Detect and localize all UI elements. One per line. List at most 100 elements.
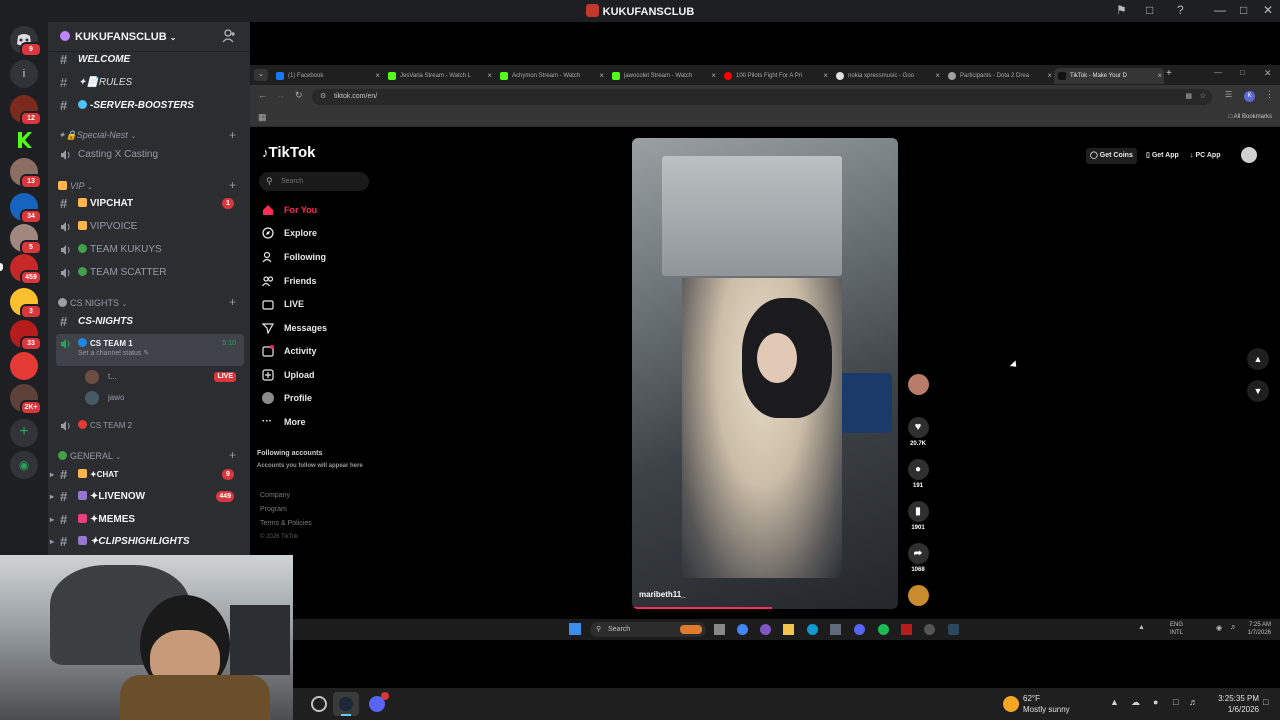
channel-rules[interactable]: # ✦📄RULES xyxy=(56,73,244,93)
close-icon[interactable]: ✕ xyxy=(1264,68,1272,79)
add-channel-icon[interactable]: + xyxy=(229,448,236,462)
browser-tab[interactable]: jawocolet Stream - Watch × xyxy=(608,68,718,84)
server-k-icon[interactable] xyxy=(10,126,38,154)
prev-video-button[interactable]: ▲ xyxy=(1247,348,1269,370)
server-icon-5[interactable]: 34 xyxy=(10,193,42,224)
server-i-icon[interactable]: i xyxy=(10,60,38,88)
server-icon-7[interactable]: 459 xyxy=(10,254,42,285)
channel-server-boosters[interactable]: # -SERVER-BOOSTERS xyxy=(56,96,244,116)
add-channel-icon[interactable]: + xyxy=(229,178,236,192)
browser-tab[interactable]: (1) Facebook × xyxy=(272,68,382,84)
file-explorer-icon[interactable] xyxy=(783,624,794,635)
inbox-icon[interactable]: □ xyxy=(1146,3,1153,17)
profile-avatar[interactable]: K xyxy=(1244,91,1255,102)
expand-arrow-icon[interactable]: ▸ xyxy=(50,532,54,552)
tab-close-icon[interactable]: × xyxy=(599,68,604,84)
maximize-icon[interactable]: □ xyxy=(1240,3,1247,17)
browser-tab[interactable]: JesVaria Stream - Watch L × xyxy=(384,68,494,84)
user-avatar[interactable] xyxy=(1241,147,1257,163)
nav-activity[interactable]: Activity xyxy=(262,342,382,360)
clock[interactable]: 3:25:35 PM 1/6/2026 xyxy=(1207,693,1259,715)
maximize-icon[interactable]: □ xyxy=(1240,68,1245,77)
tray-expand-icon[interactable]: ▲ xyxy=(1110,697,1119,707)
extensions-icon[interactable]: ☰ xyxy=(1225,90,1232,99)
channel-cs-team-2[interactable]: CS TEAM 2 xyxy=(56,416,244,436)
app-icon[interactable] xyxy=(924,624,935,635)
discord-home-icon[interactable]: 9 xyxy=(10,26,42,57)
windows-start-icon[interactable] xyxy=(569,623,581,635)
comment-button[interactable]: ● 191 xyxy=(906,459,930,489)
tab-close-icon[interactable]: × xyxy=(935,68,940,84)
reload-icon[interactable]: ↻ xyxy=(295,90,303,101)
browser-tab[interactable]: 100 Pilots Fight For A Pri × xyxy=(720,68,830,84)
footer-company-link[interactable]: Company xyxy=(260,492,290,499)
category-general[interactable]: GENERAL ⌄ xyxy=(58,449,121,463)
server-icon-4[interactable]: 13 xyxy=(10,158,42,189)
video-username[interactable]: maribeth11_ xyxy=(639,590,686,599)
discord-icon[interactable] xyxy=(854,624,865,635)
discover-icon[interactable]: ◉ xyxy=(10,451,38,479)
mic-icon[interactable]: ● xyxy=(1153,697,1158,707)
video-progress-bar[interactable] xyxy=(632,607,772,609)
stream-clock[interactable]: 7:25 AM 1/7/2026 xyxy=(1231,621,1271,637)
steam-icon[interactable] xyxy=(333,692,359,716)
new-tab-icon[interactable]: + xyxy=(1166,68,1172,79)
add-member-icon[interactable] xyxy=(222,29,236,43)
flag-icon[interactable]: ⚑ xyxy=(1116,3,1127,17)
creator-avatar[interactable] xyxy=(906,374,930,398)
copilot-icon[interactable] xyxy=(760,624,771,635)
task-view-icon[interactable] xyxy=(714,624,725,635)
expand-arrow-icon[interactable]: ▸ xyxy=(50,487,54,507)
taskbar-search[interactable]: ⚲ Search xyxy=(590,622,706,637)
add-server-icon[interactable]: + xyxy=(10,419,38,447)
like-button[interactable]: ♥ 20.7K xyxy=(906,417,930,447)
tab-close-icon[interactable]: × xyxy=(711,68,716,84)
spotify-icon[interactable] xyxy=(878,624,889,635)
obs-icon[interactable] xyxy=(311,696,327,712)
browser-tab[interactable]: nokia xpressmusic - Goo × xyxy=(832,68,942,84)
minimize-icon[interactable]: — xyxy=(1214,68,1222,77)
channel-clipshighlights[interactable]: ▸ # ✦CLIPSHIGHLIGHTS xyxy=(50,532,244,552)
share-button[interactable]: ➦ 1068 xyxy=(906,543,930,573)
server-icon-11[interactable]: 2K+ xyxy=(10,384,42,415)
help-icon[interactable]: ? xyxy=(1177,3,1184,17)
channel-cs-team-1[interactable]: CS TEAM 1 5:10 Set a channel status ✎ xyxy=(56,334,244,366)
category-special-nest[interactable]: ✦🔒Special-Nest ⌄ xyxy=(58,128,136,142)
stream-view[interactable]: ⌄ (1) Facebook × JesVaria Stream - Watch … xyxy=(250,22,1280,640)
address-bar[interactable]: ⚙ tiktok.com/en/ ▦ ☆ xyxy=(312,89,1212,105)
video-player[interactable]: maribeth11_ xyxy=(632,138,898,609)
tab-close-icon[interactable]: × xyxy=(823,68,828,84)
browser-tab-active[interactable]: TikTok - Make Your D × xyxy=(1054,68,1164,84)
footer-program-link[interactable]: Program xyxy=(260,506,287,513)
steam-icon[interactable] xyxy=(948,624,959,635)
chrome-icon[interactable] xyxy=(737,624,748,635)
server-icon-8[interactable]: 3 xyxy=(10,288,42,319)
tiktok-logo[interactable]: ♪TikTok xyxy=(262,144,315,161)
channel-welcome[interactable]: # WELCOME xyxy=(56,50,244,70)
menu-icon[interactable]: ⋮ xyxy=(1265,89,1274,100)
channel-livenow[interactable]: ▸ # ✦LIVENOW 449 xyxy=(50,487,244,507)
sun-weather-icon[interactable] xyxy=(1003,696,1019,712)
sound-disc[interactable] xyxy=(906,585,930,609)
channel-casting[interactable]: Casting X Casting xyxy=(56,145,244,165)
nav-friends[interactable]: Friends xyxy=(262,272,382,290)
tab-close-icon[interactable]: × xyxy=(487,68,492,84)
server-icon-6[interactable]: 5 xyxy=(10,224,42,255)
wifi-icon[interactable]: ◉ xyxy=(1216,624,1222,632)
tab-close-icon[interactable]: × xyxy=(1157,68,1162,84)
channel-chat[interactable]: ▸ # ✦CHAT 9 xyxy=(50,465,244,485)
nav-upload[interactable]: Upload xyxy=(262,366,382,384)
all-bookmarks[interactable]: □ All Bookmarks xyxy=(1229,114,1272,120)
forward-icon[interactable]: → xyxy=(276,90,285,100)
nav-following[interactable]: Following xyxy=(262,248,382,266)
channel-team-kukuys[interactable]: TEAM KUKUYS xyxy=(56,240,244,260)
browser-tab[interactable]: Participants - Dota 2 Drea × xyxy=(944,68,1054,84)
network-icon[interactable]: ☁ xyxy=(1131,697,1140,708)
nav-live[interactable]: LIVE xyxy=(262,295,382,313)
channel-team-scatter[interactable]: TEAM SCATTER xyxy=(56,263,244,283)
app-icon[interactable] xyxy=(901,624,912,635)
next-video-button[interactable]: ▼ xyxy=(1247,380,1269,402)
language-indicator[interactable]: ENG INTL xyxy=(1170,621,1183,637)
weather-widget[interactable]: 62°F Mostly sunny xyxy=(1023,693,1070,715)
server-icon-10[interactable] xyxy=(10,352,38,380)
